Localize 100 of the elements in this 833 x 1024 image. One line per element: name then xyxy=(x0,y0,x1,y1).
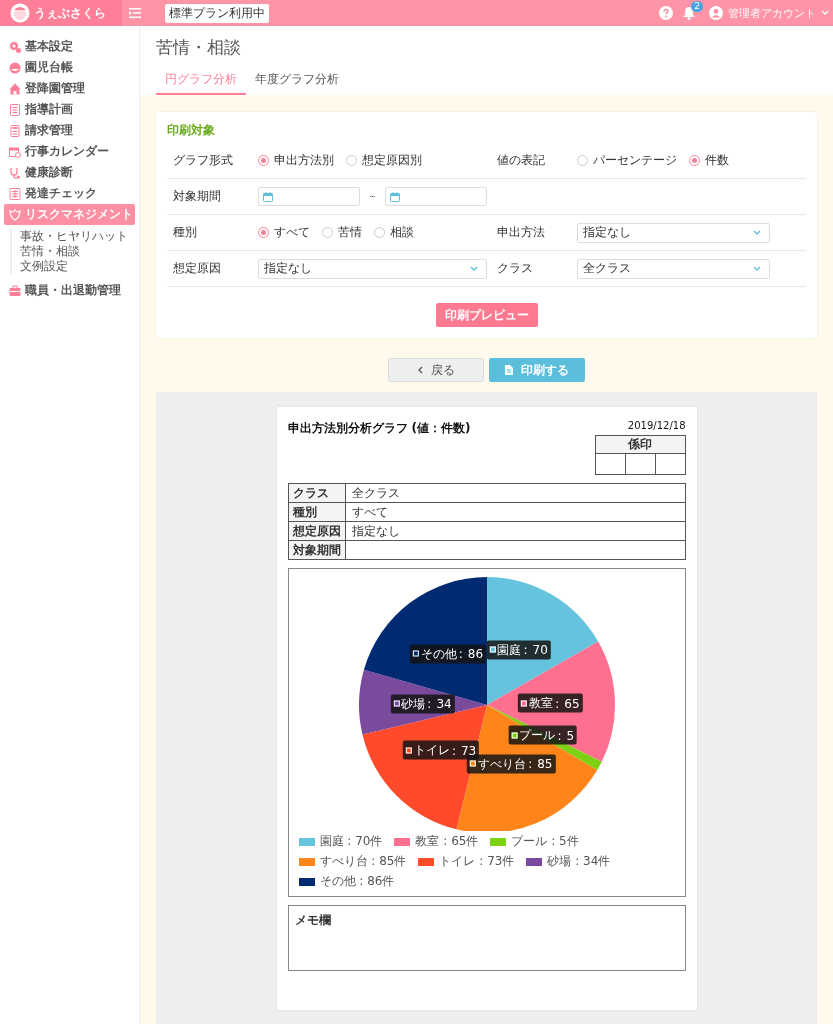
table-cell: 全クラス xyxy=(345,483,685,503)
radio-option[interactable]: 苦情 xyxy=(322,224,362,241)
table-cell: すべて xyxy=(345,502,685,522)
calendar-icon xyxy=(9,145,21,158)
notebook-icon xyxy=(9,103,21,116)
memo-label: メモ欄 xyxy=(294,912,332,929)
data-label: すべり台 : 85 xyxy=(467,754,556,774)
select-field[interactable]: 指定なし xyxy=(258,258,487,279)
radio-option[interactable]: すべて xyxy=(258,224,310,241)
house-icon xyxy=(9,82,21,95)
data-label: 34 xyxy=(436,696,452,711)
data-label: 砂場 : 34 xyxy=(390,694,455,714)
stethoscope-icon xyxy=(9,166,21,179)
sidebar-item[interactable]: 発達チェック xyxy=(4,183,135,204)
stamp-cell xyxy=(625,453,655,475)
chevron-down-icon xyxy=(753,266,761,271)
tab[interactable]: 年度グラフ分析 xyxy=(246,67,348,95)
select-field[interactable]: 指定なし xyxy=(577,222,770,243)
logo-icon xyxy=(10,3,30,23)
circle-icon xyxy=(9,61,21,74)
report-title: 申出方法別分析グラフ (値：件数) xyxy=(287,420,471,437)
select-field[interactable]: 全クラス xyxy=(577,258,770,279)
section-title: 印刷対象 xyxy=(167,122,216,139)
legend-label: その他 : 86件 xyxy=(319,873,395,890)
table-header: 係印 xyxy=(595,435,685,454)
radio-option[interactable]: 想定原因別 xyxy=(346,152,422,169)
stamp-cell xyxy=(655,453,685,475)
sidebar-item[interactable]: 園児台帳 xyxy=(4,57,135,78)
gear-icon xyxy=(9,40,21,53)
data-label: 70 xyxy=(532,642,548,657)
field-label: クラス xyxy=(497,260,534,277)
bell-icon[interactable] xyxy=(683,6,695,20)
data-label: 教室 : 65 xyxy=(518,693,583,713)
data-label: 園庭 : 70 xyxy=(486,640,551,660)
sidebar-subitem[interactable]: 文例設定 xyxy=(20,259,139,274)
field-label: グラフ形式 xyxy=(172,152,234,169)
legend-label: トイレ xyxy=(413,741,450,759)
calendar-icon xyxy=(263,191,273,202)
report-date: 2019/12/18 xyxy=(627,420,686,431)
legend-label: 教室 : 65件 xyxy=(415,833,479,850)
data-label: その他 : 86 xyxy=(409,644,487,664)
sidebar-item[interactable]: 健康診断 xyxy=(4,162,135,183)
radio-option[interactable]: 件数 xyxy=(689,152,729,169)
data-label: 85 xyxy=(537,756,553,771)
radio-label: 相談 xyxy=(390,224,414,241)
radio-option[interactable]: パーセンテージ xyxy=(577,152,677,169)
legend-label: 園庭 : 70件 xyxy=(319,833,383,850)
field-label: 対象期間 xyxy=(172,188,222,205)
chevron-down-icon xyxy=(470,266,478,271)
sidebar-item[interactable]: 行事カレンダー xyxy=(4,141,135,162)
data-label: 86 xyxy=(467,646,484,661)
table-header: クラス xyxy=(288,483,345,503)
page-title: 苦情・相談 xyxy=(156,36,242,59)
data-label: プール : 5 xyxy=(508,725,578,745)
radio-label: パーセンテージ xyxy=(593,152,677,169)
radio-option[interactable]: 申出方法別 xyxy=(258,152,334,169)
data-label: 65 xyxy=(564,696,580,711)
radio-label: 申出方法別 xyxy=(274,152,334,169)
sidebar-item[interactable]: 基本設定 xyxy=(4,36,135,57)
calendar-icon xyxy=(390,191,400,202)
document-icon xyxy=(505,365,513,375)
sidebar-subitem[interactable]: 苦情・相談 xyxy=(20,244,139,259)
chevron-left-icon xyxy=(417,366,423,374)
notification-count: 2 xyxy=(691,1,703,12)
legend-label: 教室 xyxy=(529,694,554,712)
briefcase-icon xyxy=(9,284,21,297)
sidebar-item[interactable]: 登降園管理 xyxy=(4,78,135,99)
sidebar-item[interactable]: 指導計画 xyxy=(4,99,135,120)
field-label: 値の表記 xyxy=(497,152,546,169)
radio-label: 件数 xyxy=(705,152,729,169)
help-icon[interactable] xyxy=(659,6,673,20)
radio-label: すべて xyxy=(274,224,310,241)
field-label: 申出方法 xyxy=(497,224,546,241)
plan-badge: 標準プラン利用中 xyxy=(165,3,269,23)
date-field[interactable] xyxy=(385,187,487,206)
table-cell: 指定なし xyxy=(345,521,685,541)
legend-label: プール xyxy=(519,726,556,744)
data-label: 5 xyxy=(566,728,575,743)
field-label: 想定原因 xyxy=(172,260,222,277)
user-icon xyxy=(709,6,723,20)
sidebar-subitem[interactable]: 事故・ヒヤリハット xyxy=(20,229,139,244)
radio-label: 苦情 xyxy=(338,224,362,241)
sidebar-item[interactable]: 請求管理 xyxy=(4,120,135,141)
date-field[interactable] xyxy=(258,187,360,206)
legend-label: プール : 5件 xyxy=(511,833,579,850)
legend-label: その他 xyxy=(420,645,457,663)
legend-label: トイレ : 73件 xyxy=(439,853,515,870)
back-button[interactable]: 戻る xyxy=(388,358,484,382)
checklist-icon xyxy=(9,187,21,200)
legend-label: すべり台 : 85件 xyxy=(319,853,407,870)
field-label: 種別 xyxy=(172,224,198,241)
sidebar-item[interactable]: 職員・出退勤管理 xyxy=(4,280,135,301)
radio-option[interactable]: 相談 xyxy=(374,224,414,241)
chevron-down-icon xyxy=(821,10,829,16)
legend-label: 砂場 xyxy=(401,695,426,713)
calculator-icon xyxy=(9,124,21,137)
logo-text: うぇぶさくら xyxy=(34,4,106,22)
chevron-down-icon xyxy=(753,230,761,235)
menu-icon[interactable] xyxy=(129,8,141,18)
radio-label: 想定原因別 xyxy=(362,152,422,169)
